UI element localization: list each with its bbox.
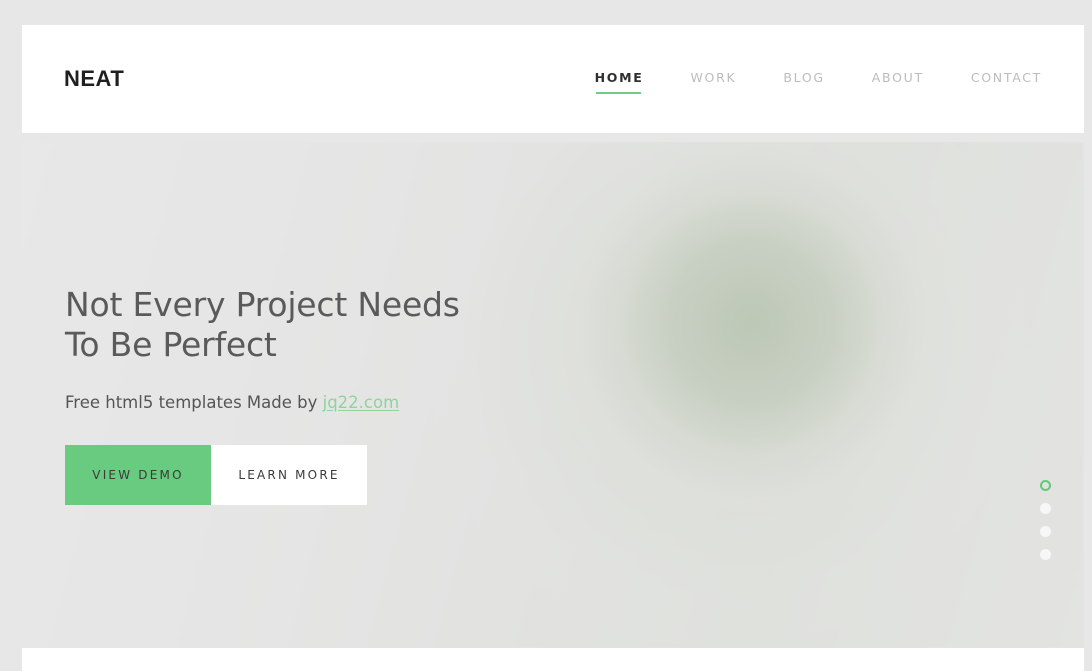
nav-item-work[interactable]: WORK [690,64,736,94]
slider-dot-1[interactable] [1040,480,1051,491]
slider-dot-4[interactable] [1040,549,1051,560]
slider-dot-3[interactable] [1040,526,1051,537]
hero-section: Not Every Project Needs To Be Perfect Fr… [22,142,1084,648]
nav-item-contact[interactable]: CONTACT [971,64,1042,94]
main-navigation: HOME WORK BLOG ABOUT CONTACT [595,64,1042,94]
hero-credit-link[interactable]: jq22.com [323,393,400,412]
view-demo-button[interactable]: VIEW DEMO [65,444,211,505]
hero-subtitle: Free html5 templates Made by jq22.com [65,392,625,413]
hero-title: Not Every Project Needs To Be Perfect [65,285,460,365]
slider-pagination [1040,480,1051,560]
hero-subtitle-text: Free html5 templates Made by [65,392,323,412]
slider-dot-2[interactable] [1040,503,1051,514]
hero-content: Not Every Project Needs To Be Perfect Fr… [65,142,625,648]
next-section-strip [22,648,1084,671]
hero-button-group: VIEW DEMO LEARN MORE [65,444,625,505]
page-root: NEAT HOME WORK BLOG ABOUT CONTACT Not Ev… [0,0,1092,671]
nav-item-home[interactable]: HOME [595,64,644,94]
learn-more-button[interactable]: LEARN MORE [211,444,367,505]
site-header: NEAT HOME WORK BLOG ABOUT CONTACT [22,25,1084,133]
nav-item-blog[interactable]: BLOG [783,64,824,94]
nav-item-about[interactable]: ABOUT [872,64,924,94]
brand-logo[interactable]: NEAT [64,68,124,90]
